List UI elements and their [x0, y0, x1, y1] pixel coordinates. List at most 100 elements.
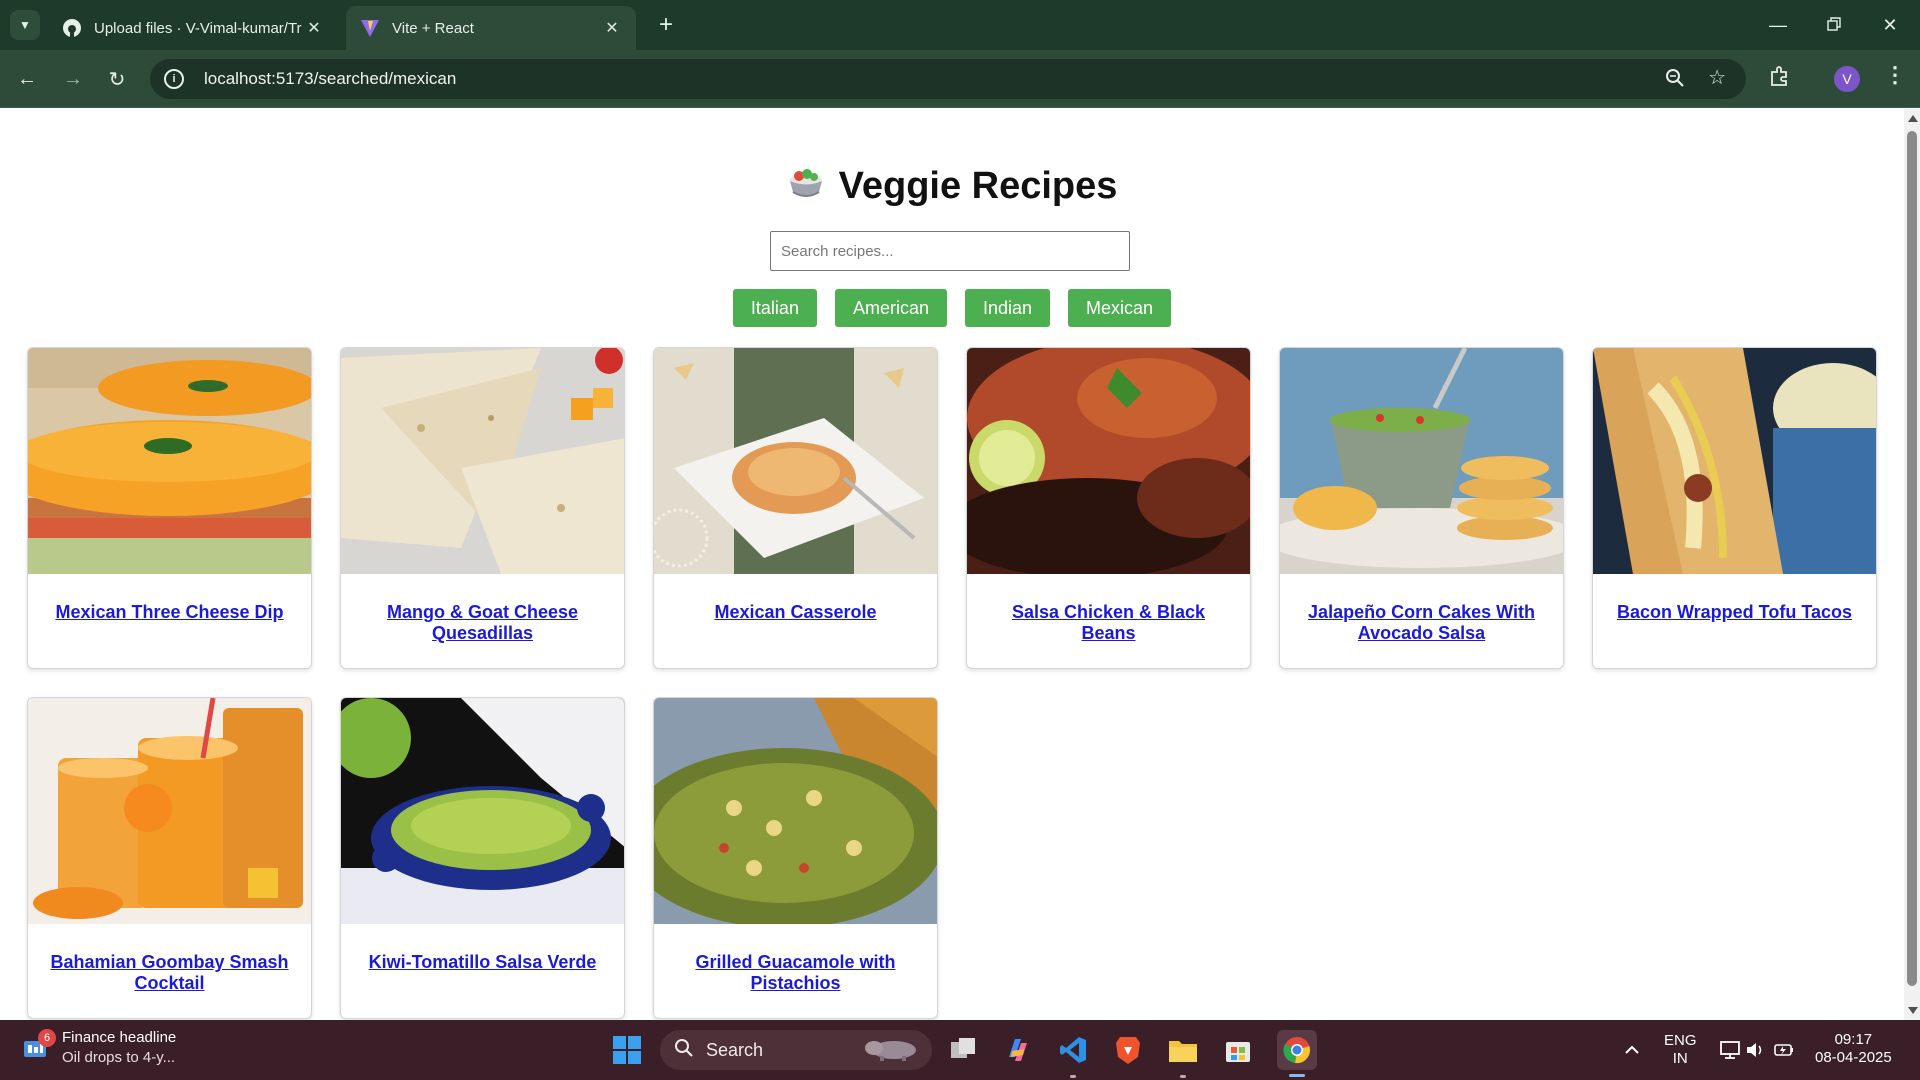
recipe-card[interactable]: Salsa Chicken & Black Beans	[966, 347, 1251, 669]
cuisine-button-american[interactable]: American	[834, 289, 947, 327]
restore-icon	[1827, 15, 1841, 36]
recipe-grid: Mexican Three Cheese Dip Mango & Goat Ch…	[27, 347, 1877, 1019]
recipe-title-link[interactable]: Kiwi-Tomatillo Salsa Verde	[341, 952, 624, 973]
tab-vite-react[interactable]: Vite + React ✕	[346, 6, 636, 50]
cuisine-button-indian[interactable]: Indian	[965, 289, 1051, 327]
show-hidden-icons-chevron-up-icon[interactable]	[1616, 1034, 1648, 1066]
github-icon	[62, 18, 82, 38]
arrow-left-icon: ←	[17, 67, 37, 90]
close-icon: ✕	[1882, 14, 1898, 35]
news-widget-icon: 6	[22, 1029, 56, 1061]
recipe-card[interactable]: Mango & Goat Cheese Quesadillas	[340, 347, 625, 669]
recipe-image[interactable]	[967, 348, 1250, 574]
clock[interactable]: 09:17 08-04-2025	[1815, 1031, 1892, 1067]
page-scrollbar[interactable]	[1904, 109, 1920, 1020]
recipe-image[interactable]	[28, 348, 311, 574]
recipe-image[interactable]	[28, 698, 311, 924]
tab-title: Upload files · V-Vimal-kumar/Tr	[94, 19, 302, 37]
recipe-card[interactable]: Grilled Guacamole with Pistachios	[653, 697, 938, 1019]
news-subtitle: Oil drops to 4-y...	[62, 1049, 176, 1066]
recipe-card[interactable]: Bacon Wrapped Tofu Tacos	[1592, 347, 1877, 669]
chrome-icon[interactable]	[1277, 1030, 1317, 1070]
recipe-image[interactable]	[654, 698, 937, 924]
reload-button[interactable]: ↻	[102, 64, 132, 94]
recipe-image[interactable]	[654, 348, 937, 574]
recipe-title-link[interactable]: Grilled Guacamole with Pistachios	[654, 952, 937, 994]
recipe-title-link[interactable]: Jalapeño Corn Cakes With Avocado Salsa	[1280, 602, 1563, 644]
cuisine-button-mexican[interactable]: Mexican	[1068, 289, 1172, 327]
copilot-icon[interactable]	[1002, 1034, 1034, 1066]
recipe-card[interactable]: Kiwi-Tomatillo Salsa Verde	[340, 697, 625, 1019]
browser-menu-icon[interactable]: ⋮	[1884, 62, 1906, 88]
close-window-button[interactable]: ✕	[1862, 0, 1918, 50]
profile-avatar[interactable]: V	[1834, 66, 1860, 92]
clock-date: 08-04-2025	[1815, 1049, 1892, 1066]
search-icon	[674, 1038, 694, 1063]
brave-browser-icon[interactable]	[1112, 1034, 1144, 1066]
windows-start-icon[interactable]	[611, 1034, 643, 1066]
news-widget[interactable]: 6 Finance headline Oil drops to 4-y...	[22, 1028, 176, 1068]
language-code: ENG	[1664, 1032, 1697, 1049]
browser-toolbar: ← → ↻ i localhost:5173/searched/mexican …	[0, 50, 1920, 108]
recipe-card[interactable]: Jalapeño Corn Cakes With Avocado Salsa	[1279, 347, 1564, 669]
recipe-title-link[interactable]: Mexican Casserole	[654, 602, 937, 623]
minimize-button[interactable]: —	[1750, 0, 1806, 50]
cuisine-button-italian[interactable]: Italian	[732, 289, 817, 327]
recipe-image[interactable]	[1593, 348, 1876, 574]
url-text[interactable]: localhost:5173/searched/mexican	[204, 69, 456, 89]
zoom-icon[interactable]	[1664, 67, 1686, 94]
recipe-card[interactable]: Mexican Three Cheese Dip	[27, 347, 312, 669]
recipe-image[interactable]	[1280, 348, 1563, 574]
scroll-thumb[interactable]	[1907, 131, 1917, 986]
recipe-card[interactable]: Bahamian Goombay Smash Cocktail	[27, 697, 312, 1019]
taskbar-search-label: Search	[706, 1039, 764, 1060]
chevron-down-icon: ▼	[19, 18, 31, 32]
scroll-up-icon[interactable]	[1908, 115, 1918, 122]
close-icon[interactable]: ✕	[304, 18, 324, 38]
taskbar: 6 Finance headline Oil drops to 4-y... S…	[0, 1020, 1920, 1080]
address-bar[interactable]: i localhost:5173/searched/mexican ☆	[150, 59, 1746, 99]
new-tab-button[interactable]: +	[652, 12, 680, 40]
extensions-icon[interactable]	[1768, 64, 1792, 93]
recipe-image[interactable]	[341, 348, 624, 574]
vscode-icon[interactable]	[1057, 1034, 1089, 1066]
active-app-indicator	[1289, 1074, 1305, 1077]
clock-time: 09:17	[1834, 1031, 1873, 1048]
forward-button[interactable]: →	[58, 64, 88, 94]
recipe-title-link[interactable]: Mango & Goat Cheese Quesadillas	[341, 602, 624, 644]
site-info-icon[interactable]: i	[164, 69, 184, 89]
recipe-card[interactable]: Mexican Casserole	[653, 347, 938, 669]
running-indicator	[1180, 1075, 1186, 1078]
language-indicator[interactable]: ENG IN	[1664, 1032, 1697, 1068]
vite-icon	[360, 18, 380, 38]
tab-github-upload[interactable]: Upload files · V-Vimal-kumar/Tr ✕	[48, 6, 338, 50]
recipe-title-link[interactable]: Mexican Three Cheese Dip	[28, 602, 311, 623]
back-button[interactable]: ←	[12, 64, 42, 94]
page-viewport: Veggie Recipes Italian American Indian M…	[0, 109, 1904, 1020]
restore-button[interactable]	[1806, 0, 1862, 50]
cuisine-filter-bar: Italian American Indian Mexican	[0, 289, 1904, 327]
language-region: IN	[1672, 1050, 1688, 1067]
news-title: Finance headline	[62, 1029, 177, 1046]
scroll-down-icon[interactable]	[1908, 1007, 1918, 1014]
recipe-image[interactable]	[341, 698, 624, 924]
recipe-title-link[interactable]: Salsa Chicken & Black Beans	[967, 602, 1250, 644]
salad-bowl-icon	[787, 164, 825, 212]
recipe-title-link[interactable]: Bacon Wrapped Tofu Tacos	[1593, 602, 1876, 623]
close-icon[interactable]: ✕	[602, 18, 622, 38]
news-count-badge: 6	[38, 1029, 56, 1047]
task-view-icon[interactable]	[947, 1034, 979, 1066]
running-indicator	[1070, 1075, 1076, 1078]
bookmark-star-icon[interactable]: ☆	[1708, 65, 1726, 90]
taskbar-search[interactable]: Search	[660, 1030, 932, 1070]
file-explorer-icon[interactable]	[1167, 1034, 1199, 1066]
browser-tabstrip: ▼ Upload files · V-Vimal-kumar/Tr ✕ Vite…	[0, 0, 1920, 50]
recipe-search-input[interactable]	[770, 231, 1130, 271]
reload-icon: ↻	[108, 68, 126, 91]
recipe-title-link[interactable]: Bahamian Goombay Smash Cocktail	[28, 952, 311, 994]
tab-search-button[interactable]: ▼	[10, 10, 40, 40]
microsoft-store-icon[interactable]	[1222, 1034, 1254, 1066]
page-title-text: Veggie Recipes	[838, 165, 1118, 207]
battery-icon[interactable]	[1768, 1034, 1800, 1066]
arrow-right-icon: →	[63, 67, 83, 90]
